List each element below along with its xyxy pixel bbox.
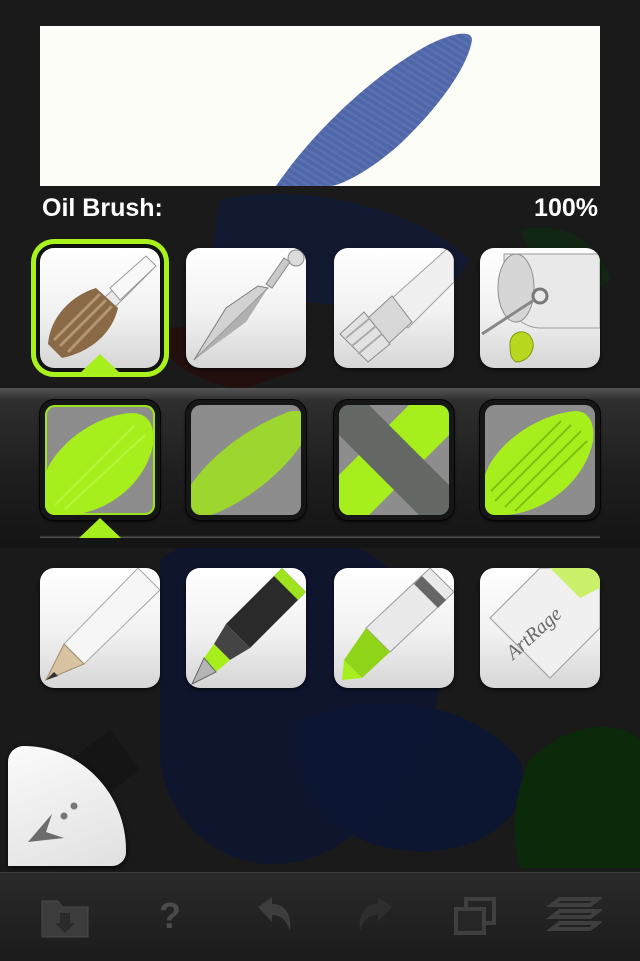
paint-roller-icon (481, 253, 600, 363)
pencil-icon (44, 568, 160, 681)
preset-divider (40, 535, 600, 538)
palette-knife-icon (193, 249, 305, 361)
preset-flat-stroke[interactable] (334, 400, 454, 520)
preset-dry-soft-swatch (191, 411, 301, 515)
eraser-icon: ArtRage (489, 568, 600, 679)
bottom-toolbar: ? (0, 872, 640, 961)
folder-icon[interactable] (38, 891, 94, 941)
paint-tube-icon (339, 248, 454, 363)
preview-stroke (276, 33, 472, 186)
tool-paint-roller[interactable] (480, 248, 600, 368)
tool-pencil[interactable] (40, 568, 160, 688)
radial-menu-button[interactable] (8, 746, 126, 866)
oil-brush-icon (48, 255, 157, 358)
tool-palette-knife[interactable] (186, 248, 306, 368)
tool-eraser[interactable]: ArtRage (480, 568, 600, 688)
layers-icon[interactable] (546, 891, 602, 941)
preset-flat-stroke-swatch (339, 405, 449, 515)
preset-round-thick-swatch (45, 413, 154, 515)
layers-stack-icon[interactable] (448, 891, 504, 941)
undo-icon[interactable] (244, 891, 300, 941)
pointer-dots-icon (28, 802, 78, 842)
brush-preview (40, 26, 600, 186)
preset-dry-soft[interactable] (186, 400, 306, 520)
preset-streaked[interactable] (480, 400, 600, 520)
brush-info: Oil Brush: 100% (40, 192, 600, 224)
help-icon[interactable]: ? (150, 893, 190, 939)
selected-tool-indicator (79, 354, 121, 374)
selected-preset-indicator (79, 518, 121, 538)
opacity-label: 100% (534, 194, 598, 222)
tool-oil-brush[interactable] (40, 248, 160, 368)
preset-round-thick[interactable] (40, 400, 160, 520)
ink-pen-icon (190, 568, 306, 686)
redo-icon[interactable] (350, 891, 406, 941)
preset-streaked-swatch (485, 411, 594, 515)
crayon-icon (342, 568, 454, 680)
tool-ink-pen[interactable] (186, 568, 306, 688)
tool-crayon[interactable] (334, 568, 454, 688)
tool-name-label: Oil Brush: (42, 194, 163, 222)
tool-paint-tube[interactable] (334, 248, 454, 368)
